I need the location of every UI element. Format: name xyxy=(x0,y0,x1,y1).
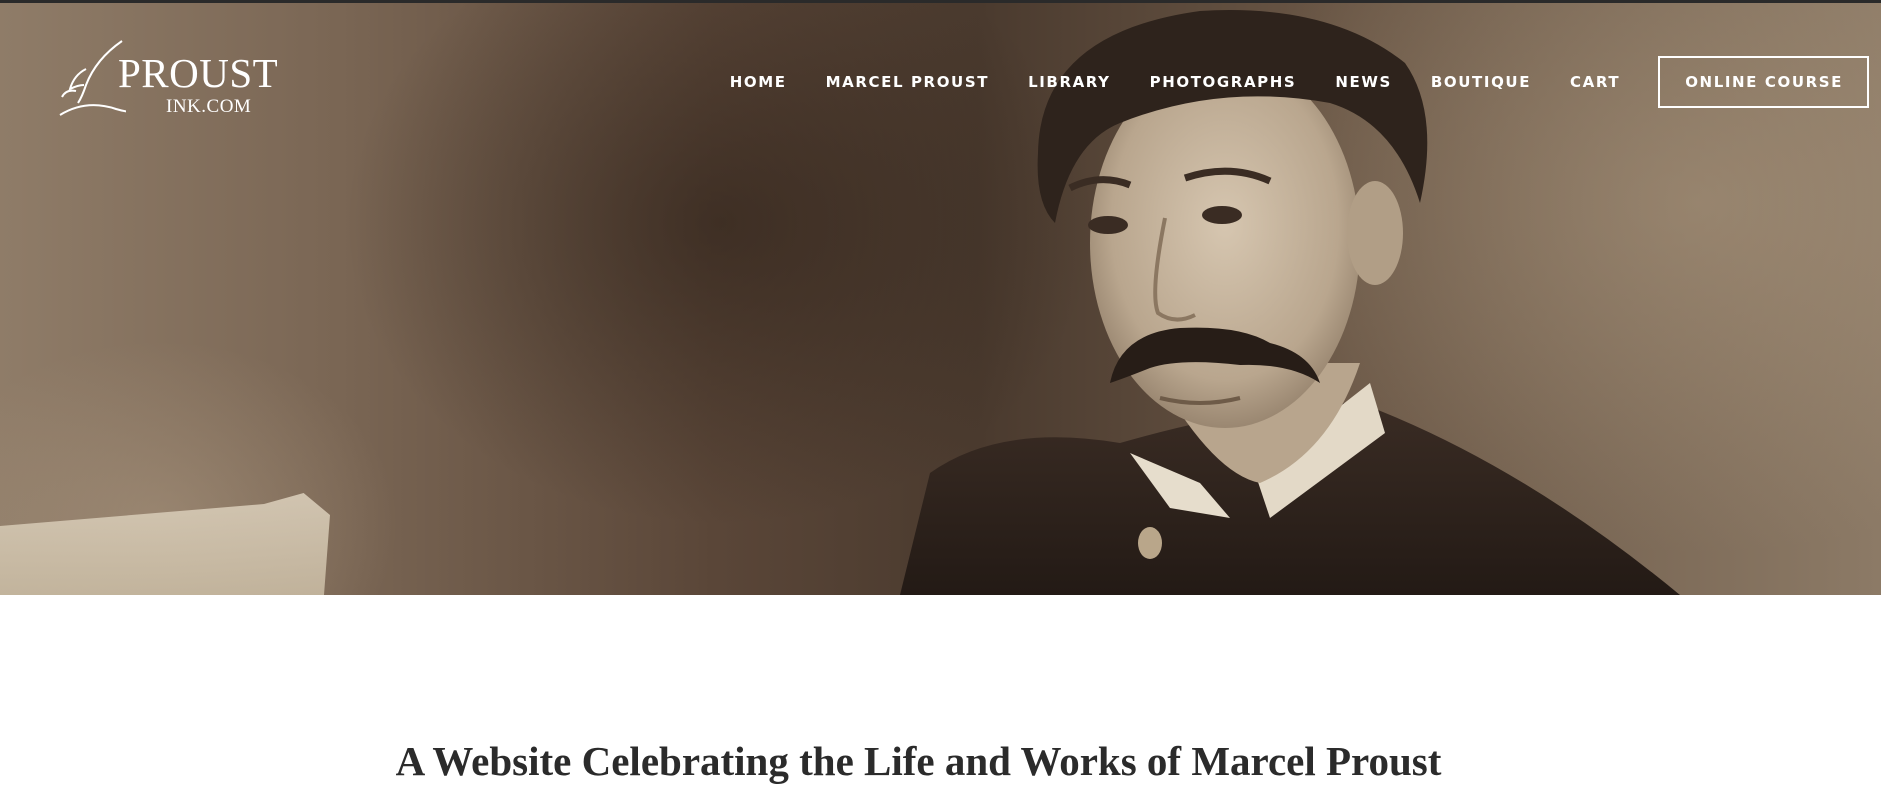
site-logo[interactable]: PROUST INK.COM xyxy=(56,39,296,123)
main-navigation: HOME MARCEL PROUST LIBRARY PHOTOGRAPHS N… xyxy=(730,56,1869,108)
nav-item-photographs[interactable]: PHOTOGRAPHS xyxy=(1150,73,1297,91)
logo-domain: INK.COM xyxy=(166,96,252,117)
logo-wordmark: PROUST xyxy=(118,50,279,96)
nav-item-home[interactable]: HOME xyxy=(730,73,787,91)
page-tagline: A Website Celebrating the Life and Works… xyxy=(0,739,1881,784)
quill-pen-icon xyxy=(59,40,126,116)
tagline-text: A Website Celebrating the Life and Works… xyxy=(395,738,1442,785)
online-course-button[interactable]: ONLINE COURSE xyxy=(1658,56,1869,108)
nav-item-library[interactable]: LIBRARY xyxy=(1028,73,1111,91)
hero-banner: PROUST INK.COM HOME MARCEL PROUST LIBRAR… xyxy=(0,3,1881,595)
nav-item-cart[interactable]: CART xyxy=(1570,73,1620,91)
nav-item-boutique[interactable]: BOUTIQUE xyxy=(1431,73,1531,91)
nav-item-marcel-proust[interactable]: MARCEL PROUST xyxy=(826,73,989,91)
nav-item-news[interactable]: NEWS xyxy=(1335,73,1392,91)
